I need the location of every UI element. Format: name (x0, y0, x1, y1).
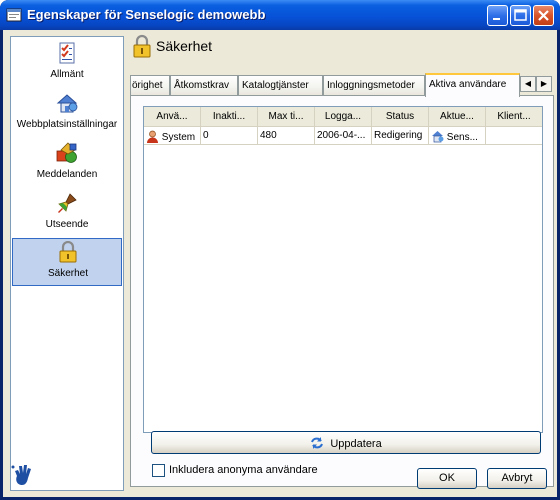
update-button[interactable]: Uppdatera (151, 431, 541, 454)
tab-scroll-right-button[interactable]: ▶ (536, 76, 552, 92)
cell-current-text: Sens... (446, 132, 478, 143)
senselogic-logo-icon (11, 465, 31, 485)
shapes-icon (56, 142, 77, 163)
page-title: Säkerhet (156, 38, 213, 54)
column-header-status[interactable]: Status (372, 107, 429, 126)
sidebar-item-label: Säkerhet (47, 268, 89, 279)
sidebar-item-utseende[interactable]: Utseende (12, 190, 122, 238)
properties-window: Egenskaper för Senselogic demowebb Allmä… (0, 0, 560, 500)
dialog-body: Allmänt Webbplatsinställningar Meddeland… (3, 30, 557, 497)
close-icon (538, 10, 549, 21)
sidebar-item-label: Allmänt (50, 69, 84, 80)
tab-panel-aktiva-anvandare: Anvä... Inakti... Max ti... Logga... Sta… (130, 95, 554, 487)
minimize-icon (493, 18, 500, 20)
sidebar-item-meddelanden[interactable]: Meddelanden (12, 140, 122, 188)
cell-inactive: 0 (201, 127, 258, 145)
minimize-button[interactable] (487, 5, 508, 26)
cell-logged-in: 2006-04-... (315, 127, 372, 145)
column-header-logged-in[interactable]: Logga... (315, 107, 372, 126)
row-separator (144, 144, 542, 145)
maximize-button[interactable] (510, 5, 531, 26)
column-header-client[interactable]: Klient... (486, 107, 542, 126)
sidebar-item-sakerhet[interactable]: Säkerhet (12, 238, 122, 286)
cell-user-text: System (161, 132, 196, 143)
cell-user: System (144, 127, 201, 145)
user-icon (147, 130, 158, 143)
tab-behorighet[interactable]: örighet (130, 75, 170, 95)
cell-current: Sens... (429, 127, 486, 145)
column-header-max-time[interactable]: Max ti... (258, 107, 315, 126)
column-header-inactive[interactable]: Inakti... (201, 107, 258, 126)
tab-aktiva-anvandare[interactable]: Aktiva användare (425, 73, 520, 97)
sidebar-item-label: Meddelanden (36, 169, 98, 180)
sidebar-item-label: Webbplatsinställningar (16, 119, 118, 130)
tab-katalogtjanster[interactable]: Katalogtjänster (238, 75, 323, 95)
maximize-icon (514, 9, 527, 21)
window-title: Egenskaper för Senselogic demowebb (27, 7, 266, 22)
refresh-icon (311, 437, 324, 449)
padlock-icon (59, 241, 77, 263)
tab-scroll-left-button[interactable]: ◀ (520, 76, 536, 92)
cell-status: Redigering (372, 127, 429, 145)
cancel-button[interactable]: Avbryt (487, 468, 547, 489)
checklist-icon (59, 42, 75, 64)
paintbrush-icon (58, 193, 77, 213)
sidebar: Allmänt Webbplatsinställningar Meddeland… (10, 36, 124, 491)
padlock-icon (133, 34, 151, 58)
column-header-current[interactable]: Aktue... (429, 107, 486, 126)
tab-atkomstkrav[interactable]: Åtkomstkrav (170, 75, 238, 95)
title-bar[interactable]: Egenskaper för Senselogic demowebb (0, 0, 560, 30)
cell-client (486, 127, 542, 145)
cell-max-time: 480 (258, 127, 315, 145)
include-anonymous-checkbox[interactable] (152, 464, 165, 477)
sidebar-item-label: Utseende (45, 219, 89, 230)
active-users-list[interactable]: Anvä... Inakti... Max ti... Logga... Sta… (143, 106, 543, 433)
sidebar-item-allmant[interactable]: Allmänt (12, 40, 122, 88)
tab-inloggningsmetoder[interactable]: Inloggningsmetoder (323, 75, 425, 95)
list-header: Anvä... Inakti... Max ti... Logga... Sta… (144, 107, 542, 127)
house-icon (432, 131, 444, 143)
house-icon (56, 94, 78, 113)
table-row[interactable]: System 0 480 2006-04-... Redigering Sens… (144, 127, 542, 145)
sidebar-item-webbplatsinstallningar[interactable]: Webbplatsinställningar (12, 90, 122, 138)
window-icon (6, 8, 22, 22)
include-anonymous-label[interactable]: Inkludera anonyma användare (169, 464, 318, 476)
tab-strip: örighet Åtkomstkrav Katalogtjänster Inlo… (130, 73, 554, 97)
column-header-user[interactable]: Anvä... (144, 107, 201, 126)
update-button-label: Uppdatera (330, 438, 382, 450)
close-button[interactable] (533, 5, 554, 26)
ok-button[interactable]: OK (417, 468, 477, 489)
